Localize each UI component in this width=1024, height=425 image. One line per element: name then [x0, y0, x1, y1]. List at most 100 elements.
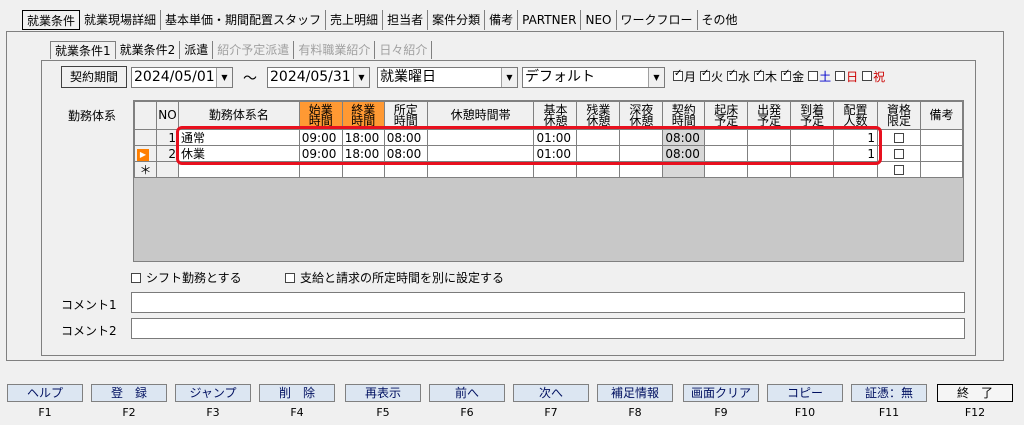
tab-workflow[interactable]: ワークフロー: [617, 10, 698, 30]
column-header[interactable]: NO: [155, 101, 179, 130]
weekday-checkbox[interactable]: [781, 68, 792, 81]
new-row-cell[interactable]: [876, 161, 921, 178]
subtab-paid-placement[interactable]: 有料職業紹介: [294, 41, 376, 59]
separate-hours-option[interactable]: 支給と請求の所定時間を別に設定する: [285, 269, 504, 286]
shift-work-option[interactable]: シフト勤務とする: [131, 269, 242, 286]
subtab-daily-placement[interactable]: 日々紹介: [375, 41, 433, 59]
chevron-down-icon[interactable]: ▼: [353, 68, 369, 87]
fkey-button-f11[interactable]: 証憑：無: [851, 384, 927, 402]
tab-remarks[interactable]: 備考: [485, 10, 519, 30]
tab-case-category[interactable]: 案件分類: [428, 10, 486, 30]
start-date-combo[interactable]: 2024/05/01 ▼: [131, 67, 233, 88]
weekday-checkbox[interactable]: [835, 71, 846, 81]
new-row-cell[interactable]: [919, 161, 964, 178]
weekday-label: 月: [684, 69, 697, 84]
tab-unit-price-staff[interactable]: 基本単価・期間配置スタッフ: [161, 10, 327, 30]
fkey-button-f6[interactable]: 前へ: [429, 384, 505, 402]
fkey-label: F3: [206, 406, 220, 419]
fkey-label: F8: [628, 406, 642, 419]
fkey-button-f5[interactable]: 再表示: [345, 384, 421, 402]
weekday-label: 祝: [873, 69, 886, 84]
qualified-checkbox[interactable]: [893, 133, 904, 143]
fkey-label: F2: [122, 406, 136, 419]
fkey-button-f1[interactable]: ヘルプ: [7, 384, 83, 402]
fkey-label: F6: [460, 406, 474, 419]
fkey-button-f10[interactable]: コピー: [767, 384, 843, 402]
calendar-combo[interactable]: デフォルト ▼: [522, 67, 665, 88]
weekday-option[interactable]: 日: [835, 68, 858, 85]
weekday-option[interactable]: 水: [727, 68, 750, 85]
grid-corner-header: [134, 101, 157, 130]
subtab-dispatch[interactable]: 派遣: [180, 41, 214, 59]
column-header[interactable]: 資格 限定: [876, 101, 921, 130]
comment1-input[interactable]: [131, 292, 965, 313]
tab-worksite-detail[interactable]: 就業現場詳細: [80, 10, 162, 30]
contract-period-button[interactable]: 契約期間: [61, 66, 127, 88]
chevron-down-icon[interactable]: ▼: [501, 68, 517, 87]
fkey-button-f12[interactable]: 終 了: [937, 384, 1013, 402]
fkey-label: F1: [38, 406, 52, 419]
tab-neo[interactable]: NEO: [581, 10, 617, 30]
new-row-cell[interactable]: [155, 161, 179, 178]
fkey-label: F5: [376, 406, 390, 419]
subtab-temp-to-perm[interactable]: 紹介予定派遣: [213, 41, 295, 59]
weekday-option[interactable]: 月: [673, 68, 696, 85]
calendar-value: デフォルト: [525, 69, 595, 85]
cell-note[interactable]: [919, 145, 964, 162]
shift-work-checkbox[interactable]: [131, 272, 141, 283]
column-header[interactable]: 備考: [919, 101, 964, 130]
fkey-label: F7: [544, 406, 558, 419]
tab-sales-detail[interactable]: 売上明細: [326, 10, 384, 30]
subtab-conditions-2[interactable]: 就業条件2: [116, 41, 181, 59]
tab-working-conditions[interactable]: 就業条件: [22, 10, 81, 30]
weekday-option[interactable]: 祝: [862, 68, 885, 85]
row-selector[interactable]: [134, 129, 157, 146]
fkey-button-f3[interactable]: ジャンプ: [175, 384, 251, 402]
qualified-checkbox[interactable]: [893, 149, 904, 159]
weekday-label: 木: [765, 69, 778, 84]
fkey-label: F11: [878, 406, 900, 419]
tab-partner[interactable]: PARTNER: [518, 10, 582, 30]
new-row-marker[interactable]: ＊: [134, 161, 157, 178]
separate-hours-checkbox[interactable]: [285, 272, 295, 283]
tab-other[interactable]: その他: [698, 10, 742, 30]
fkey-button-f7[interactable]: 次へ: [513, 384, 589, 402]
tab-person-in-charge[interactable]: 担当者: [383, 10, 429, 30]
weekday-option[interactable]: 木: [754, 68, 777, 85]
chevron-down-icon[interactable]: ▼: [648, 68, 664, 87]
weekday-checkbox[interactable]: [673, 68, 683, 81]
weekday-checkboxes: 月火水木金土日祝: [673, 68, 889, 84]
fkey-button-f4[interactable]: 削 除: [259, 384, 335, 402]
weekday-option[interactable]: 金: [781, 68, 804, 85]
end-date-value: 2024/05/31: [270, 69, 351, 85]
shift-work-label: シフト勤務とする: [146, 271, 242, 285]
end-date-combo[interactable]: 2024/05/31 ▼: [267, 67, 370, 88]
subtab-conditions-1[interactable]: 就業条件1: [50, 41, 116, 59]
weekday-checkbox[interactable]: [862, 71, 873, 81]
fkey-button-f9[interactable]: 画面クリア: [683, 384, 759, 402]
weekday-checkbox[interactable]: [727, 68, 738, 81]
row-selector[interactable]: ▶: [134, 145, 157, 162]
weekday-option[interactable]: 土: [808, 68, 831, 85]
weekday-checkbox[interactable]: [700, 68, 711, 81]
fkey-button-f2[interactable]: 登 録: [91, 384, 167, 402]
main-tab-bar: 就業条件 就業現場詳細 基本単価・期間配置スタッフ 売上明細 担当者 案件分類 …: [22, 9, 742, 31]
fkey-label: F10: [794, 406, 816, 419]
weekday-option[interactable]: 火: [700, 68, 723, 85]
weekday-checkbox[interactable]: [754, 68, 765, 81]
date-range-separator: ～: [243, 71, 257, 87]
weekday-label: 水: [738, 69, 751, 84]
cell-note[interactable]: [919, 129, 964, 146]
comment2-input[interactable]: [131, 318, 965, 339]
highlight-rectangle: [176, 126, 882, 165]
qualified-checkbox[interactable]: [893, 165, 904, 175]
qualified-cell[interactable]: [876, 129, 921, 146]
comment2-label: コメント2: [61, 324, 117, 338]
function-key-bar: ヘルプ F1 登 録 F2 ジャンプ F3 削 除 F4 再表示 F5 前へ F6 次へ F7 補足情報 F8…: [0, 384, 1024, 424]
chevron-down-icon[interactable]: ▼: [216, 68, 232, 87]
weekday-checkbox[interactable]: [808, 71, 819, 81]
fkey-button-f8[interactable]: 補足情報: [597, 384, 673, 402]
comment1-label: コメント1: [61, 298, 117, 312]
workday-type-combo[interactable]: 就業曜日 ▼: [377, 67, 518, 88]
qualified-cell[interactable]: [876, 145, 921, 162]
